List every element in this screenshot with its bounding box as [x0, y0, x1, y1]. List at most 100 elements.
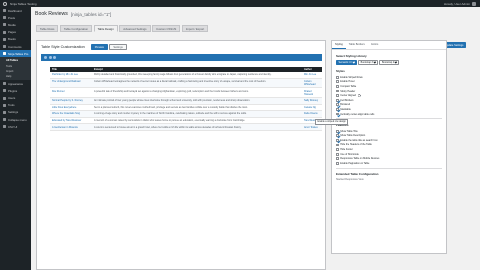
settings-tab-styling[interactable]: Styling [332, 41, 346, 49]
avatar[interactable] [472, 1, 476, 6]
sidebar-item-label: Users [8, 96, 16, 101]
row-author-link[interactable]: Khaled Hosseini [302, 87, 322, 98]
table-shortcode: [ninja_tables id="1"] [70, 11, 112, 17]
sidebar-item-label: Appearance [8, 81, 24, 86]
checkbox[interactable] [336, 152, 339, 156]
page-header: Book Reviews [ninja_tables id="1"] [35, 11, 111, 17]
book-icon [3, 37, 6, 41]
row-author-link[interactable]: Sally Rooney [302, 97, 322, 105]
chevron-down-icon [373, 61, 376, 64]
library-select-bootstrap-4[interactable]: Bootstrap 4 [379, 60, 400, 65]
user-greeting[interactable]: Howdy, User Admin [444, 2, 470, 6]
checkbox[interactable] [336, 75, 339, 79]
row-title-link[interactable]: Normal People by S. Rooney [50, 97, 92, 105]
row-title-link[interactable]: Where the Crawdads Sing [50, 110, 92, 118]
checkbox[interactable] [336, 108, 339, 111]
select-label: Semantic UI [338, 61, 352, 64]
sidebar-item-books[interactable]: Books [0, 36, 31, 43]
checkbox[interactable] [336, 80, 339, 84]
checkbox[interactable] [336, 85, 339, 88]
collapse-icon [3, 118, 6, 122]
gear-icon[interactable] [358, 94, 361, 97]
checkbox[interactable] [336, 89, 339, 93]
row-title-link[interactable]: Little Fires Everywhere [50, 104, 92, 112]
row-title-link[interactable]: A Gentleman in Moscow [50, 123, 92, 131]
option-label: Center Aligned [340, 94, 356, 98]
window-dot-icon [44, 55, 48, 59]
sidebar-item-appearance[interactable]: Appearance [0, 80, 31, 87]
sidebar-item-label: Media [8, 22, 16, 27]
option-label: Compact Table [340, 84, 357, 88]
tab-import-export[interactable]: Import / Export [181, 25, 209, 32]
option-label: Enable Pagination on Table [340, 161, 370, 165]
sidebar-item-label: Collapse menu [8, 117, 27, 122]
settings-tab-table-borders[interactable]: Table Borders [346, 41, 368, 49]
row-author-link[interactable]: Celeste Ng [302, 104, 322, 112]
checkbox[interactable] [336, 129, 339, 133]
sidebar-item-tools[interactable]: Tools [0, 102, 31, 109]
sidebar-item-dashboard[interactable]: Dashboard [0, 7, 31, 14]
checkbox[interactable] [336, 161, 339, 165]
checkbox[interactable] [336, 112, 339, 116]
wordpress-logo-icon[interactable] [3, 1, 7, 6]
sidebar-item-comments[interactable]: Comments [0, 43, 31, 50]
checkbox[interactable] [336, 143, 339, 147]
option-label: Stackable [340, 107, 351, 111]
preview-header-bar [41, 54, 322, 61]
checkbox[interactable] [336, 148, 339, 151]
sidebar-item-label: Posts [8, 15, 15, 20]
sidebar-item-posts[interactable]: Posts [0, 14, 31, 21]
tab-table-configuration[interactable]: Table Configuration [59, 25, 93, 32]
checkbox[interactable] [336, 138, 339, 142]
site-name-link[interactable]: Ninja Tables Testing [10, 2, 37, 6]
preview-button[interactable]: Preview [90, 44, 108, 50]
table-design-panel: Table Style Customization Preview Settin… [36, 40, 326, 270]
sidebar-item-settings[interactable]: Settings [0, 109, 31, 116]
row-title-link[interactable]: Educated by Tara Westover [50, 117, 92, 125]
chevron-down-icon [394, 61, 398, 64]
sidebar-item-csv-ui[interactable]: CSV UI [0, 123, 31, 130]
table-row: Kite Runner A powerful tale of friendship… [50, 87, 322, 98]
sidebar-item-media[interactable]: Media [0, 21, 31, 28]
section-title: Styles [336, 69, 345, 73]
pin-icon [3, 16, 6, 20]
sidebar-item-collapse-menu[interactable]: Collapse menu [0, 116, 31, 123]
option-vertically-center-align-table-cells[interactable]: Vertically center-align table cells [336, 112, 446, 117]
settings-button[interactable]: Settings [109, 44, 127, 50]
window-dot-icon [48, 55, 52, 59]
checkbox[interactable] [336, 134, 339, 138]
option-label: Bordered [340, 103, 351, 107]
checkbox[interactable] [336, 103, 339, 107]
option-label: Show Table Description [340, 134, 366, 138]
sidebar-item-label: Ninja Tables Pro [8, 51, 29, 56]
row-author-link[interactable]: Colson Whitehead [302, 78, 322, 89]
admin-sidebar: Dashboard Posts Media Pages Books Comments Nin… [0, 7, 31, 270]
checkbox[interactable] [336, 94, 339, 98]
row-title-link[interactable]: The Underground Railroad [50, 78, 92, 89]
user-icon [3, 96, 6, 100]
sidebar-item-ninja-tables-pro[interactable]: Ninja Tables Pro [0, 50, 31, 58]
tab-custom-css-js[interactable]: Custom CSS/JS [152, 25, 181, 32]
checkbox[interactable] [336, 157, 339, 161]
tab-table-rows[interactable]: Table Rows [36, 25, 59, 32]
library-select-bootstrap-3[interactable]: Bootstrap 3 [358, 60, 378, 65]
sidebar-item-label: CSV UI [8, 124, 18, 129]
row-author-link[interactable]: Delia Owens [302, 110, 322, 118]
sidebar-item-plugins[interactable]: Plugins [0, 87, 31, 94]
media-icon [3, 23, 6, 27]
brush-icon [3, 82, 6, 86]
checkbox[interactable] [336, 98, 339, 102]
option-label: Cell Borders [340, 98, 354, 102]
option-label: Use of Shortcode [340, 152, 359, 156]
option-enable-pagination-on-table[interactable]: Enable Pagination on Table [336, 161, 446, 166]
submenu-item-help[interactable]: Help [0, 74, 31, 79]
sidebar-item-pages[interactable]: Pages [0, 29, 31, 36]
sidebar-item-users[interactable]: Users [0, 94, 31, 101]
row-title-link[interactable]: Kite Runner [50, 87, 92, 98]
option-label: Vertically center-align table cells [340, 112, 375, 116]
row-author-link[interactable]: Amor Towles [302, 123, 322, 131]
tab-advanced-settings[interactable]: Advanced Settings [119, 25, 151, 32]
library-select-semantic-ui[interactable]: Semantic UI [336, 60, 357, 65]
settings-tab-colors[interactable]: Colors [368, 41, 382, 49]
tab-table-design[interactable]: Table Design [93, 25, 118, 32]
